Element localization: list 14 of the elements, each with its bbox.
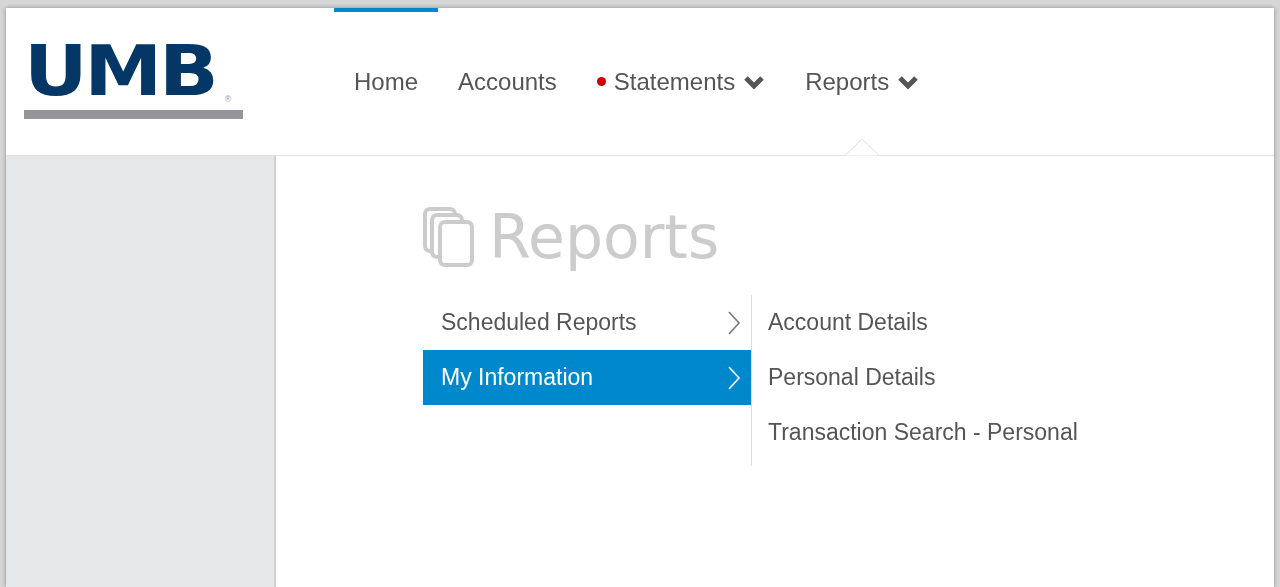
- chevron-right-icon: [727, 309, 741, 336]
- documents-icon: [423, 207, 475, 267]
- nav-tab[interactable]: Accounts: [438, 8, 577, 155]
- menu-item[interactable]: Scheduled Reports: [423, 295, 751, 350]
- submenu-link[interactable]: Transaction Search - Personal: [768, 405, 1078, 460]
- nav-tab[interactable]: Reports: [785, 8, 940, 155]
- chevron-right-icon: [727, 364, 741, 391]
- menu-item[interactable]: My Information: [423, 350, 751, 405]
- nav-tab[interactable]: Statements: [576, 8, 786, 155]
- logo-text: UMB: [24, 36, 216, 106]
- registered-mark: ®: [224, 92, 232, 106]
- nav-tab[interactable]: Home: [334, 8, 439, 155]
- submenu-link[interactable]: Account Details: [768, 295, 1078, 350]
- submenu-link[interactable]: Personal Details: [768, 350, 1078, 405]
